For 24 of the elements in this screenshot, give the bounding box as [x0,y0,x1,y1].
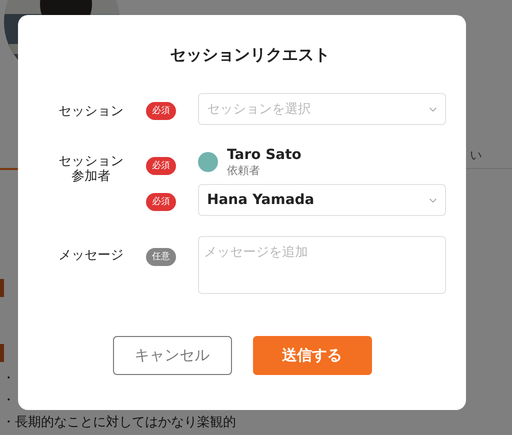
section-marker [0,279,4,297]
bullet-item: ・ [2,370,15,388]
required-badge: 必須 [146,102,176,120]
field-label: セッション [58,104,124,118]
participant-name: Taro Sato [227,146,302,164]
message-field[interactable]: メッセージを追加 [198,236,446,294]
section-marker [0,344,4,362]
participant-role: 依頼者 [227,164,261,178]
modal-title: セッションリクエスト [169,44,331,66]
required-badge: 必須 [146,193,176,211]
field-label: メッセージ [58,248,124,263]
bullet-item: ・長期的なことに対してはかなり楽観的 [2,414,236,432]
field-label: セッション参加者 [58,154,124,184]
select-field[interactable]: セッションを選択 [198,93,446,125]
bullet-item: ・ [2,392,15,410]
chevron-down-icon [429,198,437,202]
user-avatar [198,152,218,172]
send-button[interactable]: 送信する [252,336,372,375]
required-badge: 任意 [146,248,176,266]
chevron-down-icon [429,106,437,112]
tab-label[interactable]: い [470,147,482,164]
required-badge: 必須 [146,157,176,175]
cancel-button[interactable]: キャンセル [112,336,232,375]
select-field[interactable]: Hana Yamada [198,184,446,216]
